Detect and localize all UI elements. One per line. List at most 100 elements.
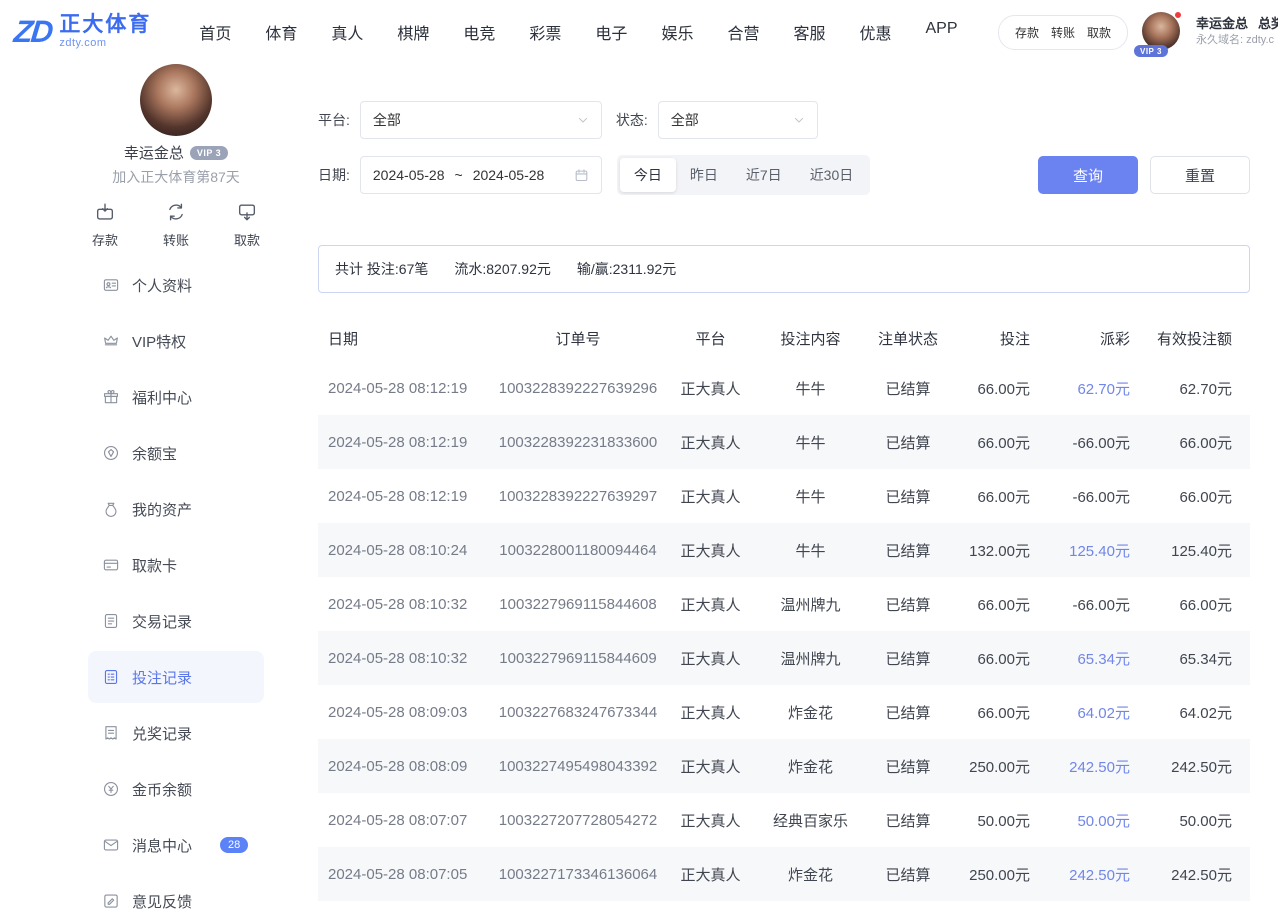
sidebar-item[interactable]: 取款卡 — [88, 539, 264, 591]
sidebar-item[interactable]: 兑奖记录 — [88, 707, 264, 759]
sidebar-menu: 个人资料 VIP特权 福利中心 余额宝 — [88, 259, 264, 912]
sidebar-item[interactable]: 福利中心 — [88, 371, 264, 423]
date-range-input[interactable]: 2024-05-28 ~ 2024-05-28 — [360, 156, 602, 194]
sidebar-item[interactable]: 交易记录 — [88, 595, 264, 647]
quick-action[interactable]: 转账 — [163, 201, 189, 249]
coin-icon — [102, 780, 120, 798]
cell-date: 2024-05-28 08:10:24 — [318, 542, 493, 559]
cell-payout: 125.40元 — [1048, 540, 1148, 561]
cell-status: 已结算 — [863, 486, 953, 507]
sidebar-item[interactable]: VIP特权 — [88, 315, 264, 367]
cell-platform: 正大真人 — [663, 540, 758, 561]
cell-date: 2024-05-28 08:12:19 — [318, 488, 493, 505]
topbar-avatar-wrap: VIP 3 — [1142, 12, 1182, 52]
cell-order-number: 1003227969115844609 — [493, 650, 663, 667]
gem-icon — [102, 444, 120, 462]
sidebar-item-label: 金币余额 — [132, 779, 192, 800]
sidebar: 幸运金总 VIP 3 加入正大体育第87天 存款 转账 取款 — [0, 64, 290, 912]
cell-status: 已结算 — [863, 864, 953, 885]
cell-order-number: 1003228392227639297 — [493, 488, 663, 505]
sidebar-item-label: 意见反馈 — [132, 891, 192, 912]
sidebar-item[interactable]: 个人资料 — [88, 259, 264, 311]
table-row: 2024-05-28 08:09:03 1003227683247673344 … — [318, 685, 1250, 739]
quick-action-label: 转账 — [163, 230, 189, 249]
wallet-action[interactable]: 转账 — [1051, 24, 1075, 41]
sidebar-item[interactable]: 消息中心 28 — [88, 819, 264, 871]
table-header: 日期订单号平台投注内容注单状态投注派彩有效投注额 — [318, 315, 1250, 361]
quick-action[interactable]: 取款 — [234, 201, 260, 249]
notification-dot — [1174, 11, 1182, 19]
nav-item[interactable]: 娱乐 — [661, 20, 693, 44]
cell-date: 2024-05-28 08:08:09 — [318, 758, 493, 775]
transaction-icon — [102, 612, 120, 630]
nav-item[interactable]: 电子 — [595, 20, 627, 44]
cell-platform: 正大真人 — [663, 864, 758, 885]
search-button[interactable]: 查询 — [1038, 156, 1138, 194]
status-select[interactable]: 全部 — [658, 101, 818, 139]
nav-item[interactable]: 优惠 — [859, 20, 891, 44]
table-row: 2024-05-28 08:10:32 1003227969115844608 … — [318, 577, 1250, 631]
vip-badge: VIP 3 — [190, 146, 228, 160]
table-row: 2024-05-28 08:12:19 1003228392227639297 … — [318, 469, 1250, 523]
cell-date: 2024-05-28 08:10:32 — [318, 650, 493, 667]
date-range-button[interactable]: 近30日 — [796, 158, 868, 192]
platform-select-value: 全部 — [373, 110, 401, 130]
cell-order-number: 1003228001180094464 — [493, 542, 663, 559]
profile-avatar[interactable] — [140, 64, 212, 136]
cell-platform: 正大真人 — [663, 486, 758, 507]
sidebar-item-label: 兑奖记录 — [132, 723, 192, 744]
calendar-icon — [574, 168, 589, 183]
date-range-button[interactable]: 今日 — [620, 158, 676, 192]
cell-platform: 正大真人 — [663, 648, 758, 669]
nav-item[interactable]: 真人 — [331, 20, 363, 44]
sidebar-item[interactable]: 余额宝 — [88, 427, 264, 479]
nav-item[interactable]: 棋牌 — [397, 20, 429, 44]
topbar-right: 存款转账取款 VIP 3 幸运金总 总奖 永久域名: zdty.c — [998, 12, 1278, 52]
nav-item[interactable]: 彩票 — [529, 20, 561, 44]
summary-item: 共计 投注:67笔 — [335, 259, 428, 279]
cell-order-number: 1003227207728054272 — [493, 812, 663, 829]
cell-status: 已结算 — [863, 540, 953, 561]
chevron-down-icon — [793, 114, 805, 126]
cell-bet-amount: 66.00元 — [953, 432, 1048, 453]
nav-item[interactable]: 合营 — [727, 20, 759, 44]
cell-payout: -66.00元 — [1048, 594, 1148, 615]
sidebar-item-label: VIP特权 — [132, 331, 186, 352]
nav-item[interactable]: 电竞 — [463, 20, 495, 44]
cell-bet-content: 温州牌九 — [758, 594, 863, 615]
quick-action[interactable]: 存款 — [92, 201, 118, 249]
date-end: 2024-05-28 — [473, 167, 545, 183]
cell-payout: -66.00元 — [1048, 486, 1148, 507]
sidebar-item-label: 取款卡 — [132, 555, 177, 576]
brand-logo[interactable]: ZD 正大体育 zdty.com — [14, 14, 151, 50]
username-extra: 总奖 — [1258, 15, 1278, 34]
nav-item[interactable]: APP — [926, 20, 958, 44]
date-range-button[interactable]: 昨日 — [676, 158, 732, 192]
table-row: 2024-05-28 08:07:07 1003227207728054272 … — [318, 793, 1250, 847]
reset-button[interactable]: 重置 — [1150, 156, 1250, 194]
sidebar-item[interactable]: 意见反馈 — [88, 875, 264, 912]
sidebar-item-label: 我的资产 — [132, 499, 192, 520]
sidebar-item[interactable]: 金币余额 — [88, 763, 264, 815]
brand-name: 正大体育 — [59, 14, 151, 36]
cell-bet-amount: 66.00元 — [953, 486, 1048, 507]
bet-record-icon — [102, 668, 120, 686]
platform-select[interactable]: 全部 — [360, 101, 602, 139]
date-label: 日期: — [318, 165, 350, 185]
summary-bar: 共计 投注:67笔流水:8207.92元输/赢:2311.92元 — [318, 245, 1250, 293]
nav-item[interactable]: 体育 — [265, 20, 297, 44]
sidebar-item[interactable]: 投注记录 — [88, 651, 264, 703]
cell-platform: 正大真人 — [663, 702, 758, 723]
nav-item[interactable]: 客服 — [793, 20, 825, 44]
sidebar-item[interactable]: 我的资产 — [88, 483, 264, 535]
date-range-button[interactable]: 近7日 — [732, 158, 796, 192]
filter-row-2: 日期: 2024-05-28 ~ 2024-05-28 今日昨日近7日近30日 … — [318, 155, 1250, 195]
topbar-user-block[interactable]: 幸运金总 总奖 永久域名: zdty.c — [1196, 15, 1278, 50]
nav-item[interactable]: 首页 — [199, 20, 231, 44]
cell-order-number: 1003228392227639296 — [493, 380, 663, 397]
topbar: ZD 正大体育 zdty.com 首页 体育 真人 棋牌 电竞 彩票 电子 娱乐 合营 客服 优惠 A… — [0, 0, 1278, 64]
wallet-action[interactable]: 取款 — [1087, 24, 1111, 41]
wallet-action[interactable]: 存款 — [1015, 24, 1039, 41]
table-header-cell: 投注 — [953, 328, 1048, 349]
table-row: 2024-05-28 08:12:19 1003228392227639296 … — [318, 361, 1250, 415]
